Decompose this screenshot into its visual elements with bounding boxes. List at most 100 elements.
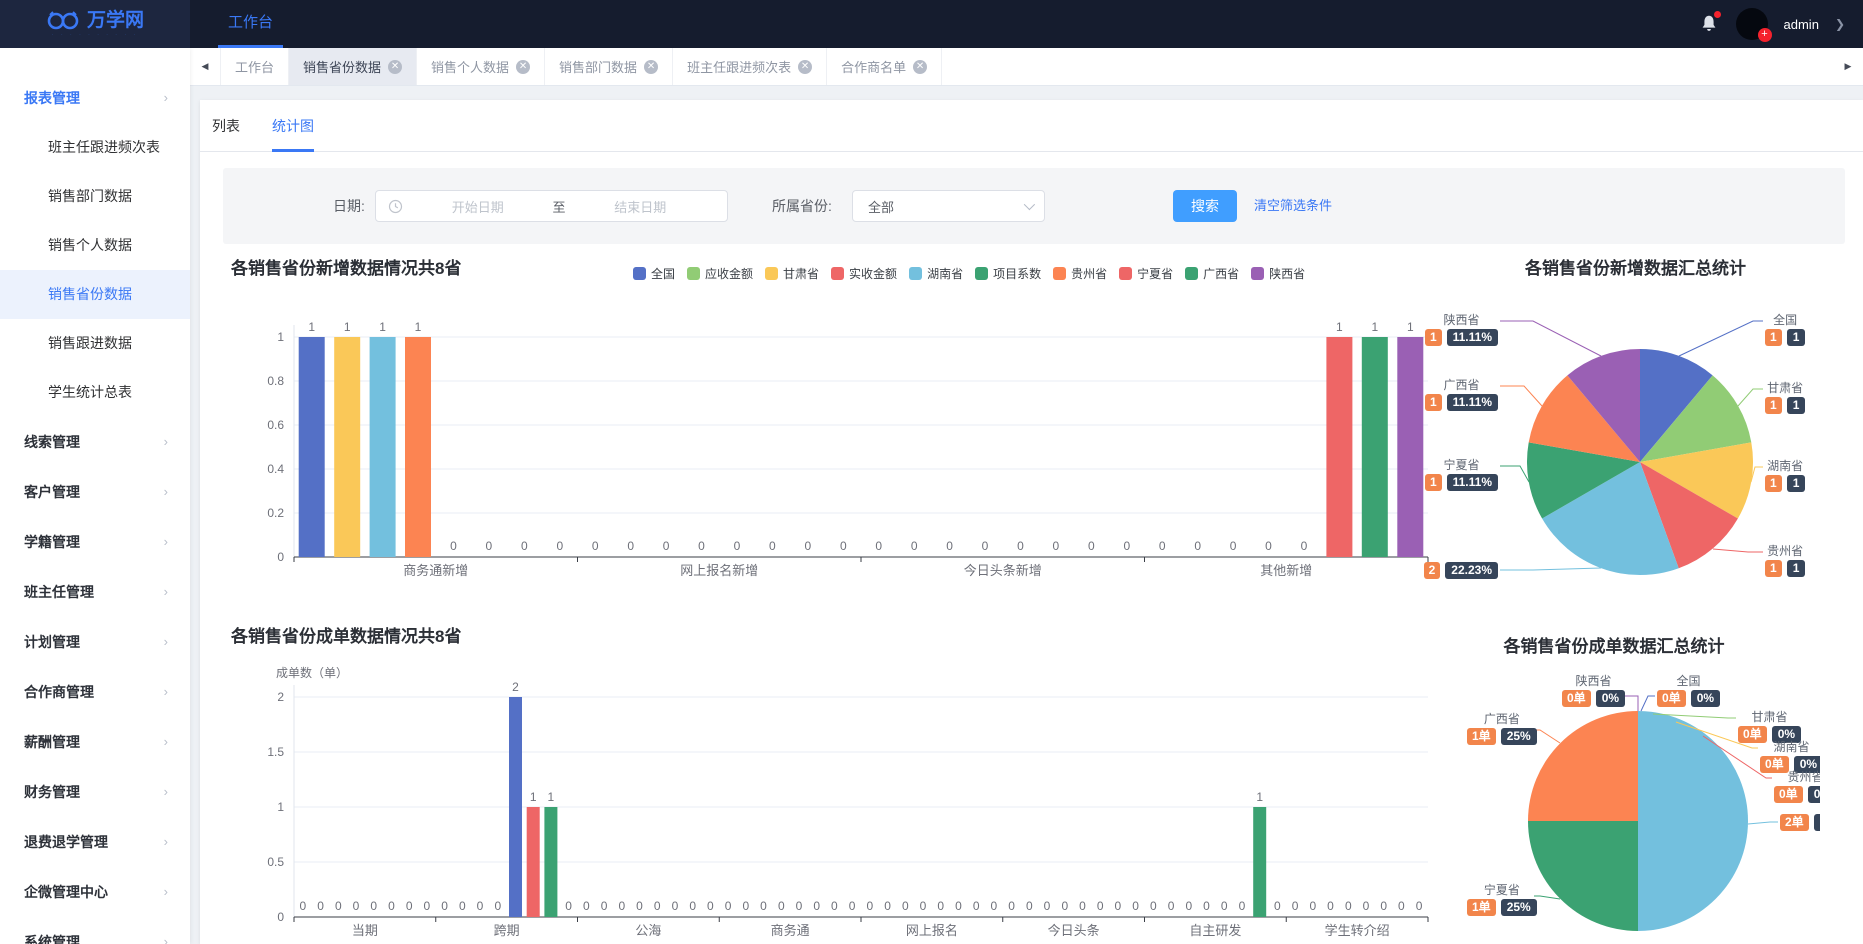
nav-workbench[interactable]: 工作台 — [218, 0, 283, 48]
sidebar-item-3[interactable]: 学籍管理› — [0, 517, 190, 567]
legend-item-2[interactable]: 甘肃省 — [765, 265, 819, 282]
percent-badge: 11.11% — [1447, 329, 1498, 346]
close-icon[interactable]: ✕ — [644, 60, 658, 74]
sidebar-subitem-0-5[interactable]: 学生统计总表 — [0, 368, 190, 417]
logo-owl-icon — [46, 11, 82, 31]
sidebar-item-8[interactable]: 财务管理› — [0, 767, 190, 817]
subtab-list[interactable]: 列表 — [212, 100, 240, 152]
svg-text:其他新增: 其他新增 — [1260, 563, 1312, 578]
svg-text:0: 0 — [486, 539, 493, 553]
sidebar-item-6[interactable]: 合作商管理› — [0, 667, 190, 717]
legend-item-5[interactable]: 项目系数 — [975, 265, 1041, 282]
svg-text:0.4: 0.4 — [267, 462, 284, 476]
svg-text:0: 0 — [654, 899, 661, 913]
close-icon[interactable]: ✕ — [388, 60, 402, 74]
pie-label-贵州省: 贵州省11 — [1765, 544, 1805, 577]
legend-item-4[interactable]: 湖南省 — [909, 265, 963, 282]
value-badge: 1 — [1425, 474, 1442, 491]
legend-swatch — [831, 267, 844, 280]
pie-label-甘肃省: 甘肃省11 — [1765, 381, 1805, 414]
percent-badge: 0% — [1596, 690, 1625, 707]
svg-text:0: 0 — [1265, 539, 1272, 553]
legend-item-9[interactable]: 陕西省 — [1251, 265, 1305, 282]
bar-chart-new-data: 00.20.40.60.81商务通新增网上报名新增今日头条新增其他新增10001… — [260, 300, 1440, 600]
clear-filters-link[interactable]: 清空筛选条件 — [1254, 190, 1332, 222]
svg-text:0: 0 — [849, 899, 856, 913]
user-menu-chevron-icon[interactable]: ❯ — [1835, 17, 1845, 31]
sidebar-subitem-0-2[interactable]: 销售个人数据 — [0, 221, 190, 270]
tabs-scroll-left-icon[interactable]: ◀ — [190, 48, 220, 85]
legend-item-0[interactable]: 全国 — [633, 265, 675, 282]
svg-text:0: 0 — [698, 539, 705, 553]
svg-text:1: 1 — [530, 790, 537, 804]
value-badge: 2 — [1424, 562, 1441, 579]
svg-text:0: 0 — [277, 910, 284, 924]
svg-text:1: 1 — [379, 320, 386, 334]
svg-text:0: 0 — [1363, 899, 1370, 913]
svg-text:0: 0 — [1132, 899, 1139, 913]
close-icon[interactable]: ✕ — [913, 60, 927, 74]
chevron-right-icon: › — [164, 73, 168, 123]
svg-text:0: 0 — [636, 899, 643, 913]
legend-item-1[interactable]: 应收金额 — [687, 265, 753, 282]
legend-item-8[interactable]: 广西省 — [1185, 265, 1239, 282]
view-subtabs: 列表 统计图 — [200, 100, 1863, 152]
svg-text:0: 0 — [911, 539, 918, 553]
page-tab-2[interactable]: 销售个人数据✕ — [417, 48, 545, 85]
sidebar-item-9[interactable]: 退费退学管理› — [0, 817, 190, 867]
sidebar-item-4[interactable]: 班主任管理› — [0, 567, 190, 617]
page-tab-4[interactable]: 班主任跟进频次表✕ — [673, 48, 827, 85]
svg-text:0: 0 — [1115, 899, 1122, 913]
svg-text:0: 0 — [875, 539, 882, 553]
legend-item-3[interactable]: 实收金额 — [831, 265, 897, 282]
avatar[interactable]: + — [1736, 8, 1768, 40]
percent-badge: 11.11% — [1447, 394, 1498, 411]
sidebar-item-7[interactable]: 薪酬管理› — [0, 717, 190, 767]
svg-text:0: 0 — [494, 899, 501, 913]
page-tab-0[interactable]: 工作台 — [220, 48, 289, 85]
legend-swatch — [633, 267, 646, 280]
svg-text:0: 0 — [1221, 899, 1228, 913]
date-range-input[interactable]: 开始日期 至 结束日期 — [375, 190, 728, 222]
date-filter-label: 日期: — [333, 168, 365, 244]
sidebar-subitem-0-4[interactable]: 销售跟进数据 — [0, 319, 190, 368]
value-badge: 1 — [1425, 394, 1442, 411]
sidebar-item-11[interactable]: 系统管理› — [0, 917, 190, 944]
chart-legend: 全国应收金额甘肃省实收金额湖南省项目系数贵州省宁夏省广西省陕西省 — [633, 265, 1305, 282]
sidebar-subitem-0-3[interactable]: 销售省份数据 — [0, 270, 190, 319]
value-badge: 0单 — [1774, 786, 1803, 803]
svg-text:0: 0 — [1061, 899, 1068, 913]
svg-text:0: 0 — [707, 899, 714, 913]
sidebar-item-10[interactable]: 企微管理中心› — [0, 867, 190, 917]
username[interactable]: admin — [1784, 17, 1819, 32]
legend-item-7[interactable]: 宁夏省 — [1119, 265, 1173, 282]
subtab-chart[interactable]: 统计图 — [272, 100, 314, 152]
svg-text:公海: 公海 — [635, 923, 661, 938]
page-tab-5[interactable]: 合作商名单✕ — [827, 48, 942, 85]
province-select[interactable]: 全部 — [852, 190, 1045, 222]
legend-item-6[interactable]: 贵州省 — [1053, 265, 1107, 282]
close-icon[interactable]: ✕ — [798, 60, 812, 74]
svg-text:2: 2 — [277, 690, 284, 704]
svg-text:0: 0 — [946, 539, 953, 553]
sidebar-item-2[interactable]: 客户管理› — [0, 467, 190, 517]
search-button[interactable]: 搜索 — [1173, 190, 1237, 222]
sidebar-subitem-0-0[interactable]: 班主任跟进频次表 — [0, 123, 190, 172]
sidebar-item-1[interactable]: 线索管理› — [0, 417, 190, 467]
svg-text:1: 1 — [277, 330, 284, 344]
notification-bell-icon[interactable] — [1698, 13, 1720, 35]
svg-text:0: 0 — [982, 539, 989, 553]
svg-text:0: 0 — [1150, 899, 1157, 913]
tabs-scroll-right-icon[interactable]: ▶ — [1833, 48, 1863, 85]
pie-label-unnamed: 222.23% — [1424, 562, 1498, 579]
page-tab-1[interactable]: 销售省份数据✕ — [289, 48, 417, 85]
page-tab-3[interactable]: 销售部门数据✕ — [545, 48, 673, 85]
svg-text:0: 0 — [831, 899, 838, 913]
svg-text:0: 0 — [725, 899, 732, 913]
sidebar-subitem-0-1[interactable]: 销售部门数据 — [0, 172, 190, 221]
sidebar-item-0[interactable]: 报表管理› — [0, 73, 190, 123]
svg-text:0: 0 — [769, 539, 776, 553]
svg-text:0: 0 — [601, 899, 608, 913]
sidebar-item-5[interactable]: 计划管理› — [0, 617, 190, 667]
close-icon[interactable]: ✕ — [516, 60, 530, 74]
